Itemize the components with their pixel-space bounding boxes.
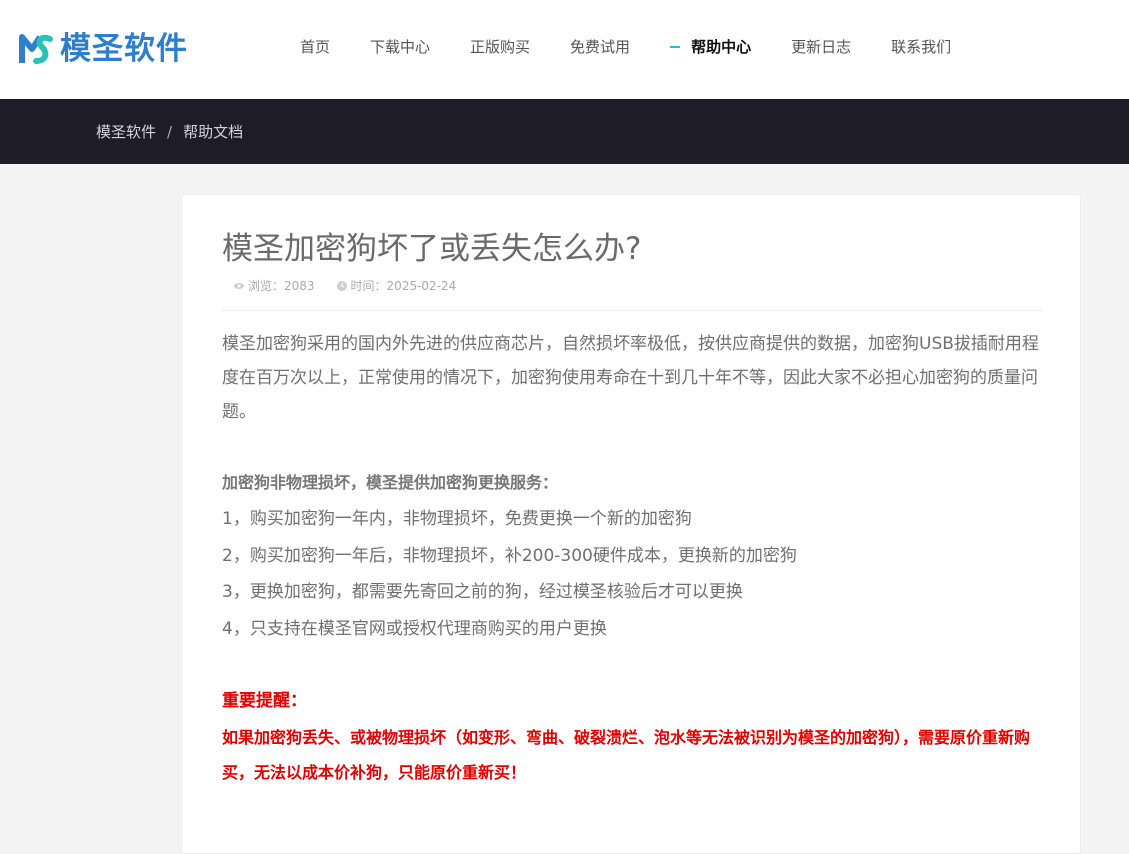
- service-item: 2，购买加密狗一年后，非物理损坏，补200-300硬件成本，更换新的加密狗: [222, 545, 797, 566]
- article-card: 模圣加密狗坏了或丢失怎么办? 浏览：2083 时间：2025-02-24 模圣加…: [181, 194, 1081, 854]
- breadcrumb: 模圣软件 / 帮助文档: [96, 121, 243, 142]
- nav-label: 联系我们: [891, 38, 952, 56]
- nav-item-purchase[interactable]: 正版购买: [470, 30, 530, 64]
- date-label: 时间：2025-02-24: [350, 279, 457, 293]
- service-item: 4，只支持在模圣官网或授权代理商购买的用户更换: [222, 618, 607, 639]
- breadcrumb-home-link[interactable]: 模圣软件: [96, 121, 156, 142]
- nav-item-download[interactable]: 下载中心: [370, 30, 430, 64]
- nav-label: 首页: [300, 38, 331, 56]
- article-body: 模圣加密狗采用的国内外先进的供应商芯片，自然损坏率极低，按供应商提供的数据，加密…: [222, 327, 1044, 790]
- article-meta: 浏览：2083 时间：2025-02-24: [234, 277, 478, 294]
- site-header: 模圣软件 首页 下载中心 正版购买 免费试用 帮助中心 更新日志 联系我们: [0, 0, 1129, 99]
- nav-item-trial[interactable]: 免费试用: [570, 30, 630, 64]
- breadcrumb-bar: 模圣软件 / 帮助文档: [0, 99, 1129, 164]
- logo-text: 模圣软件: [60, 31, 188, 67]
- nav-label: 更新日志: [791, 38, 852, 56]
- nav-label: 免费试用: [570, 38, 631, 56]
- nav-label: 正版购买: [470, 38, 531, 56]
- breadcrumb-separator: /: [167, 122, 173, 141]
- nav-item-contact[interactable]: 联系我们: [891, 30, 951, 64]
- article-title: 模圣加密狗坏了或丢失怎么办?: [222, 231, 642, 267]
- service-item: 3，更换加密狗，都需要先寄回之前的狗，经过模圣核验后才可以更换: [222, 582, 743, 602]
- logo-icon: [19, 34, 53, 64]
- nav-item-changelog[interactable]: 更新日志: [791, 30, 851, 64]
- service-item: 1，购买加密狗一年内，非物理损坏，免费更换一个新的加密狗: [222, 509, 692, 529]
- views-count: 浏览：2083: [234, 277, 315, 294]
- nav-item-help[interactable]: 帮助中心: [670, 30, 751, 64]
- views-label: 浏览：2083: [248, 279, 315, 293]
- site-logo[interactable]: 模圣软件: [18, 28, 188, 70]
- eye-icon: [234, 282, 244, 289]
- intro-paragraph: 模圣加密狗采用的国内外先进的供应商芯片，自然损坏率极低，按供应商提供的数据，加密…: [222, 334, 1039, 422]
- meta-divider: [222, 310, 1042, 311]
- nav-label: 下载中心: [370, 38, 431, 56]
- warning-heading: 重要提醒：: [222, 691, 307, 711]
- nav-item-home[interactable]: 首页: [300, 30, 330, 64]
- warning-text: 如果加密狗丢失、或被物理损坏（如变形、弯曲、破裂溃烂、泡水等无法被识别为模圣的加…: [222, 728, 1031, 782]
- active-indicator: [670, 46, 681, 48]
- main-nav: 首页 下载中心 正版购买 免费试用 帮助中心 更新日志 联系我们: [300, 30, 991, 64]
- service-heading: 加密狗非物理损坏，模圣提供加密狗更换服务：: [222, 473, 559, 492]
- breadcrumb-current-link[interactable]: 帮助文档: [183, 121, 243, 142]
- publish-date: 时间：2025-02-24: [336, 277, 457, 294]
- clock-icon: [336, 280, 347, 291]
- nav-label: 帮助中心: [691, 38, 752, 56]
